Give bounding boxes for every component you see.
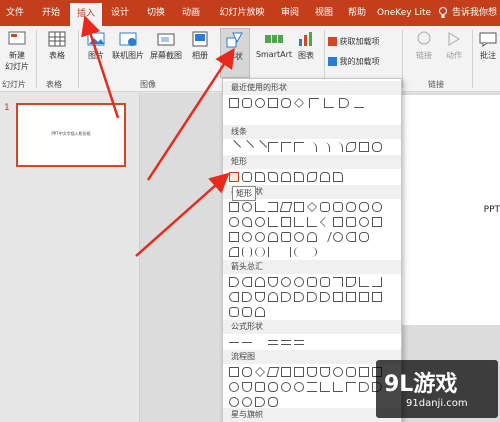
watermark-url: 91danji.com <box>406 398 468 409</box>
annotation-arrows <box>81 15 235 257</box>
arrow-to-rectangle-shape <box>135 172 230 257</box>
arrow-to-insert-tab <box>81 15 120 119</box>
watermark-logo: 9L游戏 <box>384 372 458 397</box>
arrow-to-shapes-button <box>146 47 235 181</box>
watermark: 9L游戏 91danji.com <box>376 360 498 418</box>
